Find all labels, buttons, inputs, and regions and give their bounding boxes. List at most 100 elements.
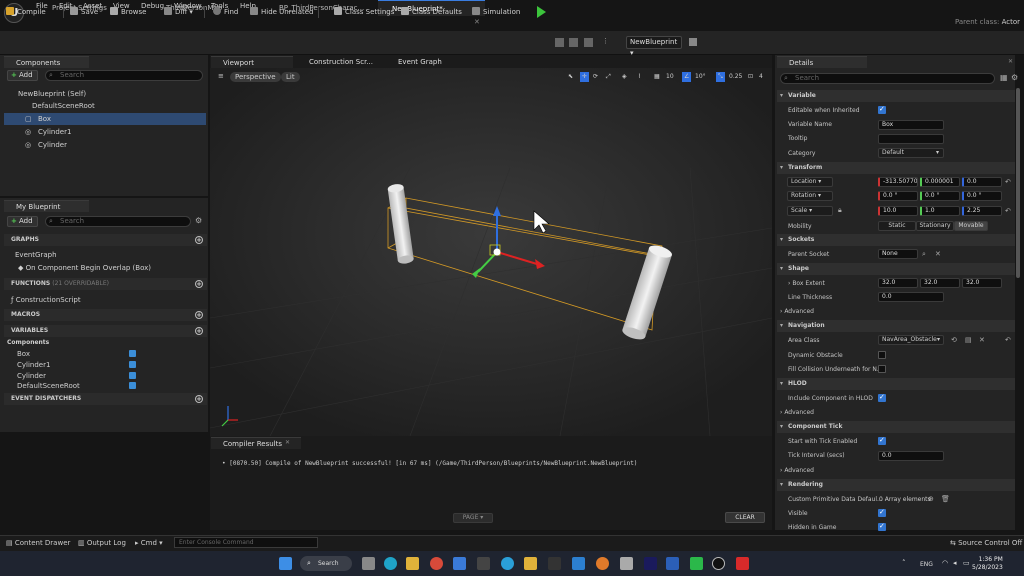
eject-icon[interactable]	[584, 38, 593, 47]
save-button[interactable]: Save	[70, 7, 98, 18]
language-indicator[interactable]: ENG	[920, 561, 933, 568]
console-input[interactable]: Enter Console Command	[174, 537, 318, 548]
section-rendering[interactable]: Rendering	[777, 479, 1015, 491]
add-dispatcher-icon[interactable]: +	[195, 395, 203, 403]
reset-icon[interactable]: ↶	[1005, 207, 1011, 215]
add-component-button[interactable]: Add	[7, 70, 38, 81]
translate-mode-icon[interactable]: ✛	[580, 72, 590, 82]
diff-button[interactable]: Diff ▾	[164, 7, 193, 18]
debug-object-dropdown[interactable]: NewBlueprint ▾	[626, 36, 682, 57]
rotate-mode-icon[interactable]: ⟳	[593, 72, 598, 82]
add-element-icon[interactable]: ⊕	[928, 495, 934, 503]
simulation-button[interactable]: Simulation	[472, 7, 520, 18]
browse-icon[interactable]: ⟲	[951, 336, 957, 344]
shape-advanced[interactable]: › Advanced	[780, 308, 814, 315]
windows-start-icon[interactable]	[279, 557, 292, 570]
task-view-icon[interactable]	[362, 557, 375, 570]
scale-z-input[interactable]: 2.25	[962, 206, 1002, 216]
hlod-advanced[interactable]: › Advanced	[780, 409, 814, 416]
tree-item-cylinder1[interactable]: Cylinder1	[4, 126, 206, 138]
debug-filter-icon[interactable]	[689, 38, 697, 46]
scale-snap-icon[interactable]: ⤡	[716, 72, 725, 82]
scale-dropdown[interactable]: Scale ▾	[787, 206, 833, 216]
event-graph-item[interactable]: EventGraph	[15, 249, 57, 261]
tab-construction-script[interactable]: Construction Scr...	[297, 56, 379, 68]
trash-icon[interactable]: 🗑︎	[941, 495, 950, 503]
mobility-movable[interactable]: Movable	[954, 221, 988, 231]
fill-collision-checkbox[interactable]	[878, 365, 886, 373]
section-component-tick[interactable]: Component Tick	[777, 421, 1015, 433]
section-sockets[interactable]: Sockets	[777, 234, 1015, 246]
editable-checkbox[interactable]	[878, 105, 886, 114]
tab-event-graph[interactable]: Event Graph	[386, 56, 468, 68]
tree-item-box[interactable]: Box	[4, 113, 206, 125]
world-local-icon[interactable]: ◈	[622, 72, 627, 82]
section-variable[interactable]: Variable	[777, 90, 1015, 102]
variable-box[interactable]: Box	[17, 350, 30, 358]
category-dropdown[interactable]: Default ▾	[878, 148, 944, 158]
lit-button[interactable]: Lit	[281, 72, 300, 82]
tab-details[interactable]: Details	[777, 56, 867, 68]
rotation-y-input[interactable]: 0.0 °	[920, 191, 960, 201]
play-icon[interactable]	[537, 6, 546, 18]
start-tick-checkbox[interactable]	[878, 436, 886, 445]
page-dropdown[interactable]: PAGE ▾	[453, 513, 493, 523]
variable-defaultsceneroot[interactable]: DefaultSceneRoot	[17, 382, 80, 390]
select-mode-icon[interactable]: ⬉	[568, 72, 573, 82]
add-function-icon[interactable]: +	[195, 280, 203, 288]
section-macros[interactable]: MACROS +	[4, 309, 207, 321]
find-button[interactable]: Find	[213, 7, 238, 18]
location-x-input[interactable]: -313.507702	[878, 177, 918, 187]
section-functions[interactable]: FUNCTIONS (21 OVERRIDABLE) +	[4, 278, 207, 290]
hidden-in-game-checkbox[interactable]	[878, 522, 886, 531]
box-extent-z-input[interactable]: 32.0	[962, 278, 1002, 288]
scale-x-input[interactable]: 10.0	[878, 206, 918, 216]
details-scrollbar[interactable]	[1016, 88, 1020, 278]
tick-interval-input[interactable]: 0.0	[878, 451, 944, 461]
gear-icon[interactable]: ⚙	[195, 216, 202, 225]
rotation-dropdown[interactable]: Rotation ▾	[787, 191, 833, 201]
add-macro-icon[interactable]: +	[195, 311, 203, 319]
class-settings-button[interactable]: Class Settings	[334, 7, 394, 18]
blender-icon[interactable]	[596, 557, 609, 570]
camera-speed-icon[interactable]: ⊡	[748, 72, 753, 82]
app-icon[interactable]	[477, 557, 490, 570]
section-hlod[interactable]: HLOD	[777, 378, 1015, 390]
unreal-engine-icon[interactable]	[712, 557, 725, 570]
mobility-static[interactable]: Static	[878, 221, 916, 231]
add-variable-icon[interactable]: +	[195, 327, 203, 335]
viewport[interactable]	[210, 68, 772, 436]
reset-icon[interactable]: ↶	[1005, 336, 1011, 344]
taskbar-clock[interactable]: 1:36 PM 5/28/2023	[972, 556, 1003, 572]
parent-socket-value[interactable]: None	[878, 249, 918, 259]
file-explorer-icon[interactable]	[406, 557, 419, 570]
location-z-input[interactable]: 0.0	[962, 177, 1002, 187]
mobility-stationary[interactable]: Stationary	[916, 221, 954, 231]
section-transform[interactable]: Transform	[777, 162, 1015, 174]
box-extent-x-input[interactable]: 32.0	[878, 278, 918, 288]
variable-name-input[interactable]: Box	[878, 120, 944, 130]
details-search-input[interactable]: Search	[780, 73, 995, 84]
visible-checkbox[interactable]	[878, 508, 886, 517]
tree-item-defaultsceneroot[interactable]: DefaultSceneRoot	[4, 100, 206, 112]
rotation-snap-value[interactable]: 10°	[695, 72, 706, 82]
gear-icon[interactable]: ⚙	[1011, 73, 1018, 82]
grid-snap-value[interactable]: 10	[666, 72, 674, 82]
section-navigation[interactable]: Navigation	[777, 320, 1015, 332]
close-icon[interactable]: ✕	[285, 439, 290, 446]
camtasia-icon[interactable]	[690, 557, 703, 570]
scale-mode-icon[interactable]: ⤢	[606, 72, 611, 82]
rotation-snap-icon[interactable]: ∠	[682, 72, 692, 82]
lock-icon[interactable]: 🔒︎	[838, 206, 842, 215]
section-shape[interactable]: Shape	[777, 263, 1015, 275]
tree-item-self[interactable]: NewBlueprint (Self)	[4, 88, 206, 100]
grid-view-icon[interactable]: ▦	[1000, 73, 1008, 82]
clear-button[interactable]: CLEAR	[725, 512, 765, 523]
scale-y-input[interactable]: 1.0	[920, 206, 960, 216]
store-icon[interactable]	[453, 557, 466, 570]
epic-games-icon[interactable]	[548, 557, 561, 570]
tick-advanced[interactable]: › Advanced	[780, 467, 814, 474]
hamburger-icon[interactable]: ≡	[218, 72, 224, 80]
reset-icon[interactable]: ↶	[1005, 178, 1011, 186]
volume-icon[interactable]: ◂	[953, 559, 957, 567]
